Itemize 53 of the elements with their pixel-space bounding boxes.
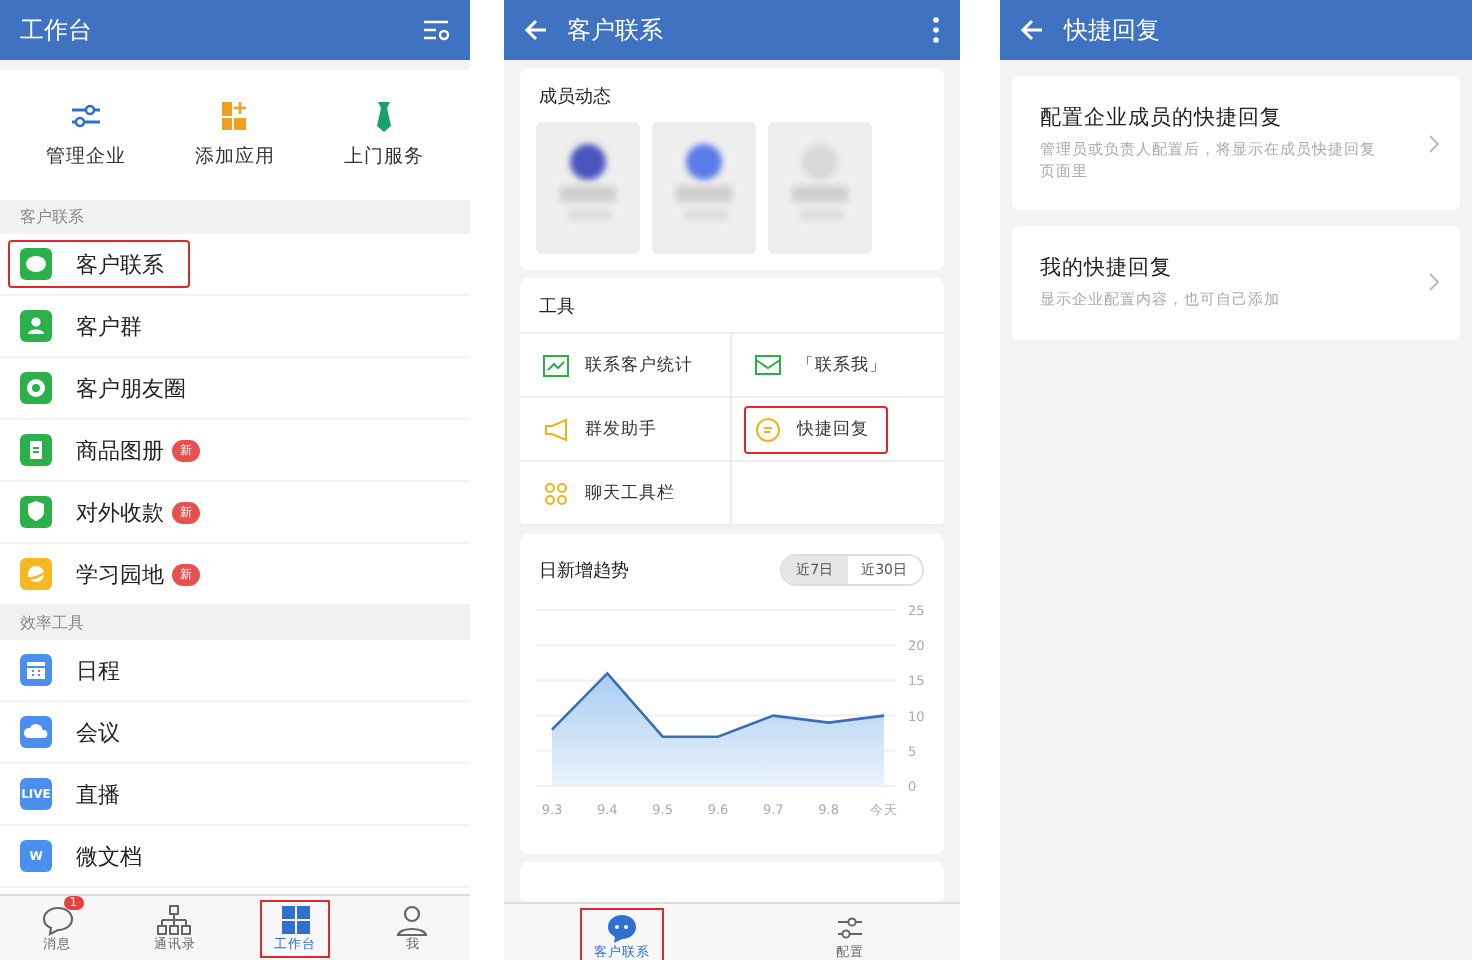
app-name: 日程 bbox=[76, 655, 120, 685]
org-chart-icon bbox=[156, 903, 193, 935]
back-icon[interactable] bbox=[523, 18, 547, 42]
card-title: 日新增趋势 bbox=[539, 559, 629, 583]
app-name: 商品图册 bbox=[76, 435, 164, 465]
tool-label: 联系客户统计 bbox=[585, 353, 693, 377]
app-name: 客户联系 bbox=[76, 249, 164, 279]
app-name: 对外收款 bbox=[76, 497, 164, 527]
chevron-right-icon bbox=[1428, 272, 1440, 293]
quick-action-label: 添加应用 bbox=[194, 144, 275, 170]
tool-item[interactable]: 联系客户统计 bbox=[519, 334, 731, 398]
more-icon[interactable] bbox=[931, 16, 939, 44]
tool-label: 群发助手 bbox=[585, 417, 657, 441]
person-outline-icon bbox=[394, 903, 431, 935]
screen-title: 客户联系 bbox=[567, 13, 665, 47]
chat-bubble-icon bbox=[604, 911, 640, 943]
tool-item[interactable]: 聊天工具栏 bbox=[519, 462, 731, 526]
quick-action[interactable]: 管理企业 bbox=[46, 100, 127, 170]
grid-icon bbox=[277, 903, 314, 935]
section-label: 客户联系 bbox=[0, 200, 470, 234]
option-title: 配置企业成员的快捷回复 bbox=[1040, 104, 1284, 132]
settings-icon[interactable] bbox=[422, 18, 450, 42]
app-name: 微文档 bbox=[76, 841, 142, 871]
app-name: 客户朋友圈 bbox=[76, 373, 186, 403]
app-name: 会议 bbox=[76, 717, 120, 747]
app-list-item[interactable]: 客户群 bbox=[0, 296, 470, 358]
app-name: 直播 bbox=[76, 779, 120, 809]
app-name: 客户群 bbox=[76, 311, 142, 341]
app-list-item[interactable]: 客户朋友圈 bbox=[0, 358, 470, 420]
tool-item[interactable]: 群发助手 bbox=[519, 398, 731, 462]
back-icon[interactable] bbox=[1020, 18, 1044, 42]
quick-action-label: 上门服务 bbox=[343, 144, 424, 170]
card-title: 成员动态 bbox=[537, 85, 613, 112]
option-title: 我的快捷回复 bbox=[1040, 254, 1174, 282]
app-name: 学习园地 bbox=[76, 559, 164, 589]
app-list-item[interactable]: 会议 bbox=[0, 702, 470, 764]
app-list-item[interactable]: 客户联系 bbox=[0, 234, 470, 296]
app-list-item[interactable]: 日程 bbox=[0, 640, 470, 702]
screen-title: 快捷回复 bbox=[1064, 13, 1162, 47]
tool-label: 聊天工具栏 bbox=[585, 481, 675, 505]
quick-action[interactable]: 添加应用 bbox=[194, 100, 275, 170]
tool-item[interactable]: 「联系我」 bbox=[731, 334, 943, 398]
quick-action-label: 管理企业 bbox=[46, 144, 127, 170]
sliders-icon bbox=[832, 911, 868, 943]
tool-label: 快捷回复 bbox=[797, 417, 869, 441]
tool-label: 「联系我」 bbox=[797, 353, 887, 377]
screen-title: 工作台 bbox=[20, 13, 94, 47]
chevron-right-icon bbox=[1428, 133, 1440, 153]
chat-bubble-icon bbox=[39, 903, 76, 935]
card-title: 工具 bbox=[537, 295, 577, 322]
tool-item[interactable]: 快捷回复 bbox=[731, 398, 943, 462]
quick-action[interactable]: 上门服务 bbox=[343, 100, 424, 170]
section-label: 效率工具 bbox=[0, 606, 470, 640]
